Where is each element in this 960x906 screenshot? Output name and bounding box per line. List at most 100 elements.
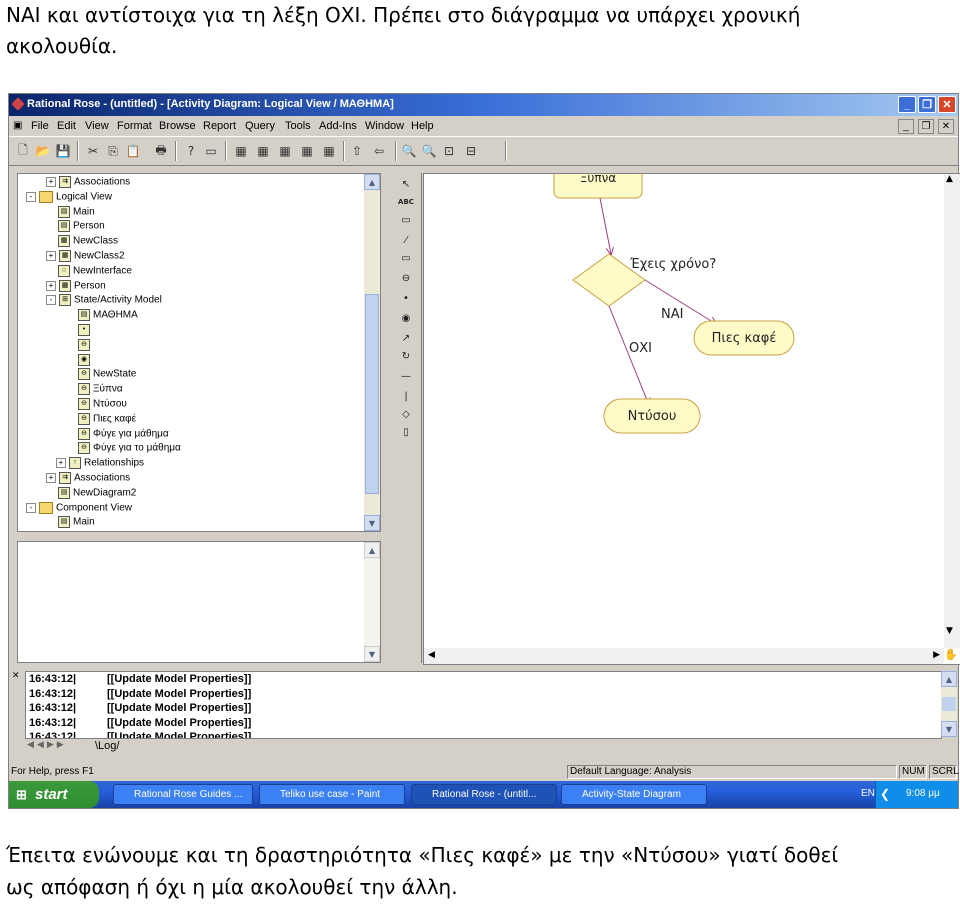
menu-report[interactable]: Report — [203, 120, 236, 132]
cut-icon[interactable]: ✂ — [85, 143, 101, 159]
expand-icon[interactable]: + — [46, 251, 56, 261]
zoom-out-icon[interactable]: 🔍 — [421, 143, 437, 159]
expand-icon[interactable]: + — [56, 458, 66, 469]
scroll-up-icon[interactable]: ▲ — [941, 671, 957, 687]
menu-add-ins[interactable]: Add-Ins — [319, 120, 357, 132]
menu-format[interactable]: Format — [117, 120, 152, 132]
maximize-button[interactable]: ❐ — [918, 96, 936, 113]
browse-deployment-diagram-icon[interactable]: ▦ — [299, 143, 315, 159]
scrollbar-thumb[interactable] — [942, 697, 956, 711]
tree-item[interactable]: + ⇉ Associations — [46, 176, 130, 188]
save-icon[interactable]: 💾 — [55, 143, 71, 159]
menu-query[interactable]: Query — [245, 120, 275, 132]
tree-item[interactable]: ▤ Main — [46, 516, 95, 529]
menu-window[interactable]: Window — [365, 120, 404, 132]
horizontal-sync-tool-icon[interactable]: — — [398, 369, 414, 383]
log-tab-nav-icons[interactable]: ◀◀▶▶ — [27, 740, 67, 750]
task-paint[interactable]: Teliko use case - Paint — [259, 784, 405, 805]
scroll-up-icon[interactable]: ▲ — [364, 542, 380, 558]
paste-icon[interactable]: 📋 — [125, 143, 141, 159]
collapse-icon[interactable]: - — [46, 295, 56, 306]
tree-item[interactable]: ▤ Main — [46, 205, 95, 218]
diagram-vertical-scrollbar[interactable]: ▲ ▼ — [944, 174, 960, 648]
tree-item[interactable]: ⊖ Ξύπνα — [66, 383, 123, 396]
language-indicator[interactable]: EN — [861, 788, 875, 799]
end-state-tool-icon[interactable]: ◉ — [398, 311, 414, 325]
new-icon[interactable]: 🗋 — [15, 143, 31, 159]
log-scrollbar[interactable]: ▲ ▼ — [941, 671, 957, 737]
tray-arrow-icon[interactable]: ❮ — [880, 787, 890, 801]
view-documentation-icon[interactable]: ▭ — [203, 143, 219, 159]
state-tool-icon[interactable]: ▭ — [398, 251, 414, 265]
tree-item[interactable]: + ▦ Person — [46, 279, 106, 292]
tree-item[interactable]: • — [66, 324, 93, 336]
scroll-left-icon[interactable]: ◀ — [428, 650, 435, 660]
documentation-pane[interactable]: ▲ ▼ — [17, 541, 381, 663]
tree-item[interactable]: ▤ Person — [46, 220, 105, 233]
tree-item[interactable]: + ⇉ Associations — [46, 472, 130, 484]
tree-item[interactable]: + ↑ Relationships — [56, 457, 144, 470]
activity-tool-icon[interactable]: ⊖ — [398, 271, 414, 285]
menu-browse[interactable]: Browse — [159, 120, 196, 132]
menu-view[interactable]: View — [85, 120, 109, 132]
mdi-close-icon[interactable]: ✕ — [938, 119, 954, 134]
close-button[interactable]: ✕ — [938, 96, 956, 113]
diagram-horizontal-scrollbar[interactable]: ◀ ▶ — [424, 648, 944, 664]
mdi-minimize-icon[interactable]: _ — [898, 119, 914, 134]
start-button[interactable]: ⊞ start — [9, 781, 99, 808]
tree-item[interactable]: ○ NewInterface — [46, 264, 132, 277]
start-state-tool-icon[interactable]: • — [398, 291, 414, 305]
tree-item[interactable]: ⊖ — [66, 338, 93, 351]
scroll-down-icon[interactable]: ▼ — [364, 646, 380, 662]
zoom-in-icon[interactable]: 🔍 — [401, 143, 417, 159]
hand-pan-icon[interactable]: ✋ — [944, 648, 960, 664]
scroll-up-icon[interactable]: ▲ — [364, 174, 380, 190]
collapse-icon[interactable]: - — [26, 191, 36, 202]
open-icon[interactable]: 📂 — [35, 143, 51, 159]
browse-previous-icon[interactable]: ⇦ — [371, 143, 387, 159]
tree-item[interactable]: ⊖ Πιες καφέ — [66, 412, 136, 425]
menu-edit[interactable]: Edit — [57, 120, 76, 132]
transition-to-decision[interactable] — [599, 197, 611, 254]
scroll-right-icon[interactable]: ▶ — [933, 650, 940, 660]
mdi-restore-icon[interactable]: ❐ — [918, 119, 934, 134]
scrollbar-thumb[interactable] — [365, 294, 379, 494]
note-tool-icon[interactable]: ▭ — [398, 213, 414, 227]
tree-item[interactable]: ⊖ Ντύσου — [66, 398, 127, 410]
print-icon[interactable]: 🖶 — [153, 143, 169, 159]
scroll-down-icon[interactable]: ▼ — [946, 626, 953, 636]
tree-item[interactable]: - Component View — [26, 501, 132, 514]
browse-class-diagram-icon[interactable]: ▦ — [233, 143, 249, 159]
tree-item[interactable]: ⊖ Φύγε για το μάθημα — [66, 442, 181, 455]
browser-scrollbar[interactable]: ▲ ▼ — [364, 174, 380, 531]
scroll-up-icon[interactable]: ▲ — [946, 174, 953, 184]
undo-fit-icon[interactable]: ⊟ — [463, 143, 479, 159]
text-box-tool-icon[interactable]: ABC — [398, 195, 414, 209]
tree-item[interactable]: ▤ ΜΑΘΗΜΑ — [66, 309, 138, 322]
anchor-note-tool-icon[interactable]: ⁄ — [398, 233, 414, 247]
expand-icon[interactable]: + — [46, 177, 56, 187]
tree-item[interactable]: ⊖ NewState — [66, 368, 136, 381]
browse-component-diagram-icon[interactable]: ▦ — [277, 143, 293, 159]
scroll-down-icon[interactable]: ▼ — [941, 721, 957, 737]
browse-interaction-diagram-icon[interactable]: ▦ — [255, 143, 271, 159]
menu-file[interactable]: File — [31, 120, 49, 132]
decision-tool-icon[interactable]: ◇ — [398, 407, 414, 421]
fit-in-window-icon[interactable]: ⊡ — [441, 143, 457, 159]
task-activity-state-diagram[interactable]: Activity-State Diagram — [561, 784, 707, 805]
tree-item[interactable]: ▦ NewClass — [46, 235, 118, 248]
scroll-down-icon[interactable]: ▼ — [364, 515, 380, 531]
browse-parent-diagram-icon[interactable]: ⇧ — [349, 143, 365, 159]
menu-help[interactable]: Help — [411, 120, 434, 132]
browse-parent-icon[interactable]: ▦ — [321, 143, 337, 159]
minimize-button[interactable]: _ — [898, 96, 916, 113]
vertical-sync-tool-icon[interactable]: | — [398, 389, 414, 403]
state-transition-tool-icon[interactable]: ↗ — [398, 331, 414, 345]
tree-item[interactable]: - ⊞ State/Activity Model — [46, 294, 162, 307]
tree-item[interactable]: + ▦ NewClass2 — [46, 250, 125, 262]
task-rational-rose[interactable]: Rational Rose - (untitl... — [411, 784, 557, 805]
menu-tools[interactable]: Tools — [285, 120, 311, 132]
tree-item[interactable]: ◉ — [66, 353, 93, 366]
activity-diagram-canvas[interactable]: Ξύπνα Έχεις χρόνο? ΝΑΙ ΟΧΙ Πιες καφέ Ντύ… — [423, 173, 960, 665]
tree-item[interactable]: ⊖ Φύγε για μάθημα — [66, 427, 169, 440]
